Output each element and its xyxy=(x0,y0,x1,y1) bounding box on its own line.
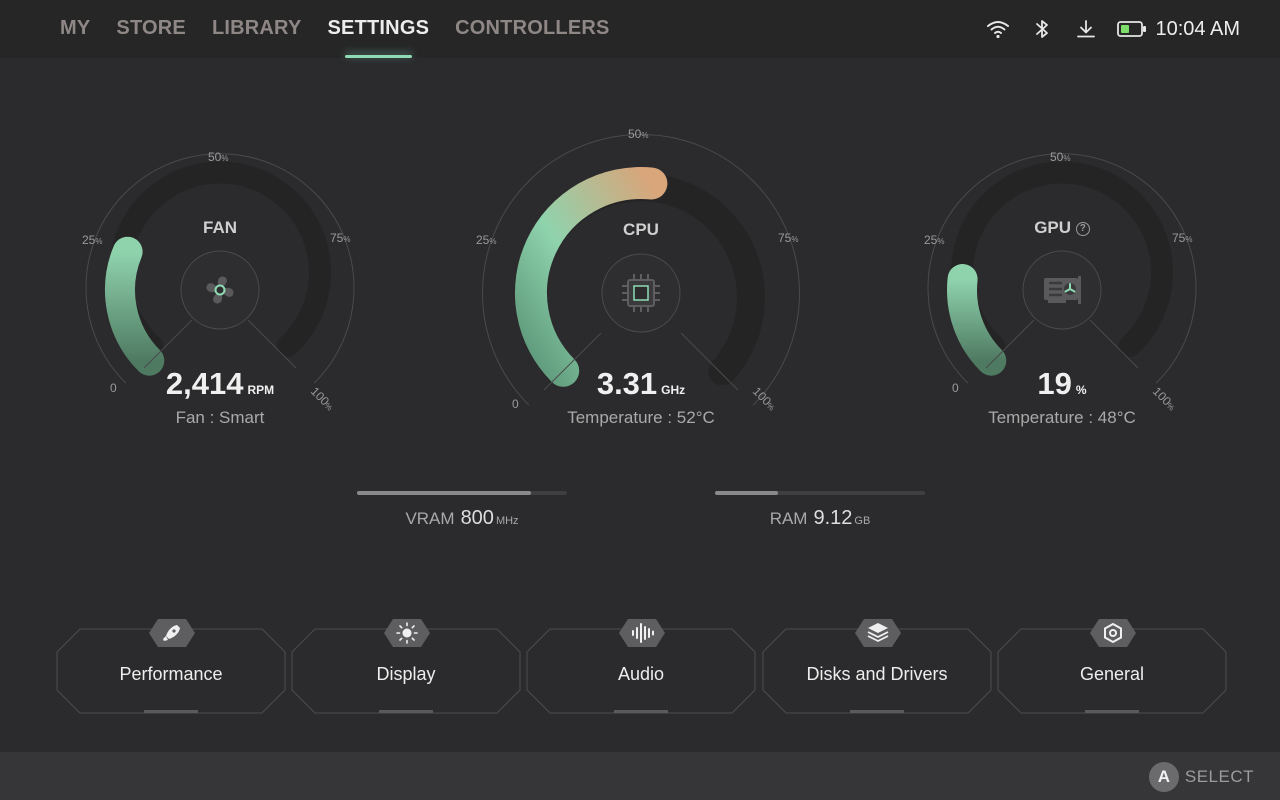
status-area: 10:04 AM xyxy=(967,0,1240,58)
fan-gauge[interactable]: 0 25% 50% 75% 100% FAN 2,414 RPM Fan : Sm… xyxy=(60,130,380,440)
vram-unit: MHz xyxy=(495,515,519,527)
fan-mode: Fan : Smart xyxy=(175,408,265,427)
tick-50: 50% xyxy=(208,150,228,164)
fan-icon xyxy=(200,270,240,310)
cpu-chip-icon xyxy=(619,271,663,315)
category-audio[interactable]: Audio xyxy=(526,619,756,714)
select-hint[interactable]: A SELECT xyxy=(1148,762,1254,792)
vram-meter: VRAM 800 MHz xyxy=(357,491,567,530)
cpu-gauge[interactable]: 0 25% 50% 75% 100% CPU 3.31 GHz Temperatu… xyxy=(456,108,826,438)
ram-meter: RAM 9.12 GB xyxy=(715,491,925,530)
category-label: Audio xyxy=(617,664,665,684)
top-bar: MY STORE LIBRARY SETTINGS CONTROLLERS 10… xyxy=(0,0,1280,58)
ram-bar xyxy=(715,491,925,495)
tab-my[interactable]: MY xyxy=(60,0,90,58)
fan-gauge-fill xyxy=(104,236,165,376)
tab-library[interactable]: LIBRARY xyxy=(212,0,302,58)
rocket-icon xyxy=(148,618,196,648)
bluetooth-icon[interactable] xyxy=(1029,16,1055,42)
cpu-title: CPU xyxy=(623,220,659,239)
help-icon[interactable]: ? xyxy=(1075,222,1090,236)
cpu-temperature: Temperature : 52°C xyxy=(567,408,715,427)
select-label: SELECT xyxy=(1184,767,1254,786)
battery-icon[interactable] xyxy=(1117,16,1147,42)
settings-hex-icon xyxy=(1089,618,1137,648)
gpu-value: 19% xyxy=(1037,366,1087,401)
clock: 10:04 AM xyxy=(1155,17,1240,40)
vram-label: VRAM xyxy=(405,509,455,528)
cpu-value: 3.31 GHz xyxy=(596,366,686,401)
category-label: Display xyxy=(376,664,436,684)
a-button-icon: A xyxy=(1148,762,1179,792)
category-general[interactable]: General xyxy=(997,619,1227,714)
fan-value: 2,414 RPM xyxy=(165,366,275,401)
main-nav: MY STORE LIBRARY SETTINGS CONTROLLERS xyxy=(60,0,636,58)
brightness-icon xyxy=(383,618,431,648)
fan-title: FAN xyxy=(203,218,237,237)
graphics-card-icon xyxy=(1040,270,1084,310)
category-label: General xyxy=(1079,664,1145,684)
audio-wave-icon xyxy=(618,618,666,648)
wifi-icon[interactable] xyxy=(985,16,1011,42)
tick-50: 50% xyxy=(628,127,648,141)
category-label: Performance xyxy=(119,664,223,684)
tab-store[interactable]: STORE xyxy=(116,0,186,58)
category-disks-and-drivers[interactable]: Disks and Drivers xyxy=(762,619,992,714)
tab-settings[interactable]: SETTINGS xyxy=(328,0,430,58)
ram-unit: GB xyxy=(854,515,871,527)
category-label: Disks and Drivers xyxy=(806,664,948,684)
gpu-gauge[interactable]: 0 25% 50% 75% 100% GPU ? 19% Temperature… xyxy=(902,130,1222,440)
download-icon[interactable] xyxy=(1073,16,1099,42)
tab-controllers[interactable]: CONTROLLERS xyxy=(455,0,609,58)
bottom-bar: A SELECT xyxy=(0,752,1280,800)
vram-bar xyxy=(357,491,567,495)
layers-icon xyxy=(854,618,902,648)
gpu-temperature: Temperature : 48°C xyxy=(988,408,1136,427)
tick-50: 50% xyxy=(1050,150,1070,164)
vram-value: 800 xyxy=(460,507,494,529)
gpu-title: GPU ? xyxy=(902,218,1222,238)
ram-label: RAM xyxy=(769,509,808,528)
ram-value: 9.12 xyxy=(813,507,853,529)
category-display[interactable]: Display xyxy=(291,619,521,714)
gpu-gauge-fill xyxy=(947,264,1007,376)
category-performance[interactable]: Performance xyxy=(56,619,286,714)
